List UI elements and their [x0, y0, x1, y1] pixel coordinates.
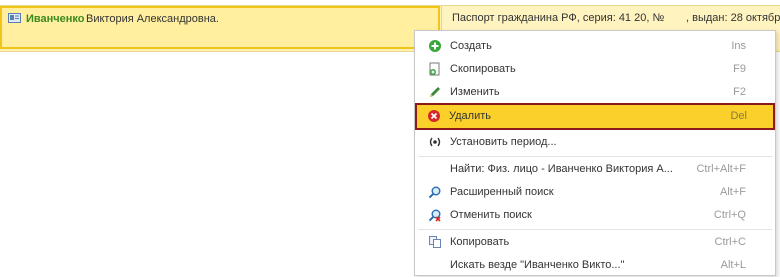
menu-item-label: Скопировать: [450, 63, 516, 75]
menu-item-label: Удалить: [449, 110, 491, 122]
menu-item-shortcut: Ctrl+C: [714, 236, 746, 248]
delete-circle-icon: [428, 110, 440, 122]
menu-item-label: Найти: Физ. лицо - Иванченко Виктория А.…: [450, 163, 673, 175]
menu-separator: [418, 156, 772, 157]
search-magnifier-icon: [428, 186, 441, 199]
menu-item-find[interactable]: Найти: Физ. лицо - Иванченко Виктория А.…: [418, 158, 772, 181]
id-card-icon: [8, 13, 21, 23]
menu-item-advanced-search[interactable]: Расширенный поиск Alt+F: [418, 181, 772, 204]
copy-icon: [429, 236, 441, 248]
copy-document-icon: [429, 62, 440, 76]
pencil-icon: [430, 87, 440, 97]
menu-item-shortcut: Del: [730, 110, 747, 122]
menu-item-delete[interactable]: Удалить Del: [415, 103, 775, 130]
menu-item-shortcut: Ctrl+Q: [713, 209, 746, 221]
menu-item-label: Отменить поиск: [450, 209, 532, 221]
document-text: Паспорт гражданина РФ, серия: 41 20, №: [452, 12, 665, 24]
menu-item-shortcut: Ctrl+Alt+F: [696, 163, 746, 175]
menu-item-shortcut: F2: [733, 86, 746, 98]
menu-item-label: Изменить: [450, 86, 500, 98]
menu-item-label: Копировать: [450, 236, 510, 248]
menu-item-label: Расширенный поиск: [450, 186, 554, 198]
menu-item-search-everywhere[interactable]: Искать везде "Иванченко Викто..." Alt+L: [418, 254, 772, 277]
document-issued-text: , выдан: 28 октября: [686, 12, 780, 24]
period-icon: [429, 137, 441, 147]
menu-item-copy[interactable]: Копировать Ctrl+C: [418, 231, 772, 254]
menu-item-create[interactable]: Создать Ins: [418, 35, 772, 58]
menu-item-shortcut: Alt+L: [720, 259, 746, 271]
cancel-search-icon: [428, 209, 441, 222]
menu-item-label: Создать: [450, 40, 492, 52]
menu-separator: [418, 229, 772, 230]
person-surname: Иванченко: [26, 13, 85, 25]
menu-item-shortcut: Ins: [731, 40, 746, 52]
menu-item-label: Установить период...: [450, 136, 557, 148]
menu-item-set-period[interactable]: Установить период...: [418, 131, 772, 154]
menu-item-shortcut: Alt+F: [720, 186, 746, 198]
menu-item-copy-object[interactable]: Скопировать F9: [418, 58, 772, 81]
menu-item-edit[interactable]: Изменить F2: [418, 81, 772, 104]
person-name-cell[interactable]: Иванченко Виктория Александровна.: [0, 6, 440, 49]
person-given-names: Виктория Александровна.: [86, 13, 219, 25]
menu-item-cancel-search[interactable]: Отменить поиск Ctrl+Q: [418, 204, 772, 227]
menu-item-shortcut: F9: [733, 63, 746, 75]
plus-circle-icon: [429, 40, 441, 52]
menu-item-label: Искать везде "Иванченко Викто...": [450, 259, 625, 271]
context-menu: Создать Ins Скопировать F9 Изменить F2 У…: [414, 30, 776, 276]
